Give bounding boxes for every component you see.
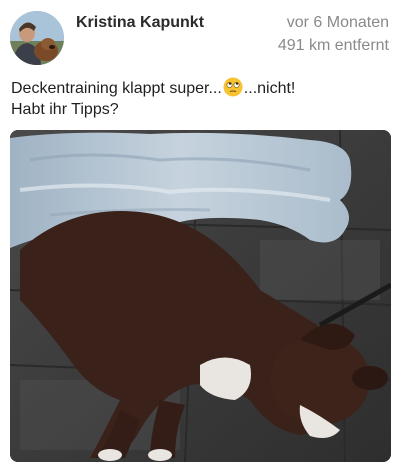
avatar-image [10, 11, 64, 65]
post-photo[interactable] [10, 130, 391, 462]
post-distance: 491 km entfernt [277, 37, 389, 54]
post-card: Kristina Kapunkt vor 6 Monaten 491 km en… [0, 0, 400, 470]
post-header: Kristina Kapunkt vor 6 Monaten 491 km en… [0, 0, 400, 72]
rolling-eyes-emoji-icon [223, 77, 243, 97]
post-text-line2: Habt ihr Tipps? [11, 101, 119, 118]
post-text-part1: Deckentraining klappt super... [11, 80, 222, 97]
author-name[interactable]: Kristina Kapunkt [76, 14, 204, 32]
post-time: vor 6 Monaten [286, 14, 389, 31]
post-text: Deckentraining klappt super... ...nicht! … [11, 77, 391, 120]
avatar[interactable] [10, 11, 64, 65]
post-text-part2: ...nicht! [243, 80, 296, 97]
dog-on-blanket-image [10, 130, 391, 462]
